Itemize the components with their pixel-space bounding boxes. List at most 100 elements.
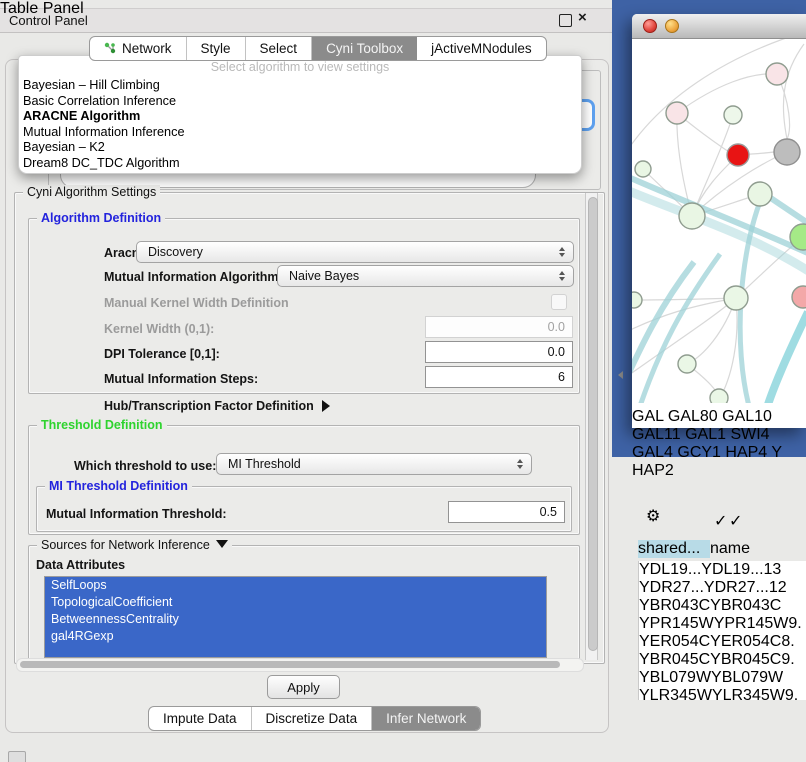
minimized-panel-icon[interactable] (8, 751, 26, 762)
network-node-gal11[interactable] (635, 161, 651, 177)
network-icon (104, 42, 117, 55)
list-item-gal4rgexp[interactable]: gal4RGexp (45, 628, 546, 645)
checked-checkbox-icon[interactable]: ✓ (729, 511, 742, 531)
manual-kernel-width-checkbox[interactable] (551, 294, 567, 310)
node-label: HAP4 (725, 444, 767, 461)
mi-threshold-field[interactable]: 0.5 (448, 501, 565, 523)
table-panel-title: Table Panel (0, 0, 84, 17)
table-row[interactable]: YBL079WYBL079W (639, 669, 806, 687)
table-row[interactable]: YDL19...YDL19...13 (639, 561, 806, 579)
splitter-collapse-icon[interactable] (618, 371, 623, 379)
settings-vertical-scrollbar[interactable] (585, 193, 598, 660)
control-panel-titlebar: Control Panel (0, 8, 612, 33)
tab-network[interactable]: Network (90, 37, 187, 60)
scrollbar-thumb[interactable] (588, 197, 598, 651)
node-label: GCY1 (677, 444, 721, 461)
mac-minimize-icon[interactable] (665, 19, 679, 33)
tab-select[interactable]: Select (246, 37, 313, 60)
table-row[interactable]: YBR045CYBR045C9. (639, 651, 806, 669)
aracne-mode-combo[interactable]: Discovery (136, 241, 574, 263)
tab-discretize-data[interactable]: Discretize Data (252, 707, 373, 730)
mi-steps-field[interactable]: 6 (425, 366, 573, 388)
node-label: GAL4 (632, 444, 673, 461)
popup-item-dream8[interactable]: Dream8 DC_TDC Algorithm (23, 156, 573, 172)
tab-jactivemnodules[interactable]: jActiveMNodules (417, 37, 546, 60)
node-label: GAL (632, 408, 663, 425)
table-row[interactable]: YBR043CYBR043C (639, 597, 806, 615)
tab-cyni-toolbox[interactable]: Cyni Toolbox (312, 37, 417, 60)
dpi-tolerance-label: DPI Tolerance [0,1]: (104, 347, 220, 361)
network-node-hap4[interactable] (724, 286, 748, 310)
tab-style[interactable]: Style (187, 37, 246, 60)
data-attributes-label: Data Attributes (36, 558, 125, 572)
kernel-width-field[interactable]: 0.0 (425, 316, 573, 338)
gear-icon[interactable]: ⚙ (646, 506, 660, 526)
network-node-gal80[interactable] (666, 102, 688, 124)
network-node-hap2[interactable] (678, 355, 696, 373)
mi-algorithm-type-combo[interactable]: Naive Bayes (277, 265, 574, 287)
node-label: GAL11 (632, 426, 681, 443)
tab-impute-data[interactable]: Impute Data (149, 707, 252, 730)
combo-arrows-icon (559, 271, 565, 281)
threshold-definition-title: Threshold Definition (37, 418, 167, 432)
expand-right-icon (322, 400, 330, 412)
tab-infer-network[interactable]: Infer Network (372, 707, 480, 730)
table-panel-titlebar: Table Panel (0, 0, 84, 18)
popup-prompt: Select algorithm to view settings (19, 60, 581, 74)
float-window-icon[interactable] (559, 14, 572, 27)
algorithm-definition-title: Algorithm Definition (37, 211, 165, 225)
close-icon[interactable]: × (578, 9, 587, 26)
column-header-name[interactable]: name (710, 540, 783, 558)
mac-zoom-icon[interactable] (687, 19, 701, 33)
network-node-gcy1[interactable] (632, 292, 642, 308)
checked-checkbox-icon[interactable]: ✓ (714, 511, 727, 531)
network-node-gal[interactable] (766, 63, 788, 85)
list-item-selfloops[interactable]: SelfLoops (45, 577, 546, 594)
network-window: GAL GAL80 GAL10 GAL11 GAL1 SWI4 GAL4 GCY… (632, 14, 806, 428)
network-window-titlebar[interactable] (632, 14, 806, 39)
network-node[interactable] (710, 389, 728, 403)
network-canvas[interactable]: GAL GAL80 GAL10 GAL11 GAL1 SWI4 GAL4 GCY… (632, 14, 806, 480)
control-panel-tabbar: Network Style Select Cyni Toolbox jActiv… (89, 36, 547, 61)
table-row[interactable]: YER054CYER054C8. (639, 633, 806, 651)
popup-item-aracne[interactable]: ARACNE Algorithm (23, 109, 573, 125)
popup-item-basic-correlation[interactable]: Basic Correlation Inference (23, 94, 573, 110)
table-row[interactable]: YDR27...YDR27...12 (639, 579, 806, 597)
network-node[interactable] (724, 106, 742, 124)
dpi-tolerance-field[interactable]: 0.0 (425, 341, 573, 363)
mi-steps-label: Mutual Information Steps: (104, 372, 258, 386)
sources-collapse-toggle[interactable]: Sources for Network Inference (37, 538, 232, 552)
table-row[interactable]: YPR145WYPR145W9. (639, 615, 806, 633)
algorithm-popup: Select algorithm to view settings Bayesi… (18, 55, 582, 174)
collapse-down-icon (216, 540, 228, 548)
hub-factor-expander[interactable]: Hub/Transcription Factor Definition (104, 399, 330, 413)
node-label: GAL80 (668, 408, 718, 425)
mac-close-icon[interactable] (643, 19, 657, 33)
mi-threshold-label: Mutual Information Threshold: (46, 507, 227, 521)
popup-item-bayesian-hill-climbing[interactable]: Bayesian – Hill Climbing (23, 78, 573, 94)
node-label: GAL10 (722, 408, 772, 425)
node-label: HAP2 (632, 462, 674, 479)
popup-item-mutual-information[interactable]: Mutual Information Inference (23, 125, 573, 141)
network-node-pink[interactable] (792, 286, 806, 308)
apply-button[interactable]: Apply (267, 675, 340, 699)
attribute-table[interactable]: YDL19...YDL19...13 YDR27...YDR27...12 YB… (638, 561, 806, 700)
node-label: SWI4 (730, 426, 769, 443)
which-threshold-label: Which threshold to use: (74, 459, 216, 473)
network-node-gal10[interactable] (774, 139, 800, 165)
which-threshold-combo[interactable]: MI Threshold (216, 453, 532, 475)
mi-threshold-definition-title: MI Threshold Definition (45, 479, 192, 493)
table-row[interactable]: YLR345WYLR345W9. (639, 687, 806, 700)
combo-arrows-icon (559, 247, 565, 257)
settings-horizontal-scrollbar[interactable] (16, 658, 584, 672)
column-header-shared[interactable]: shared... (638, 540, 711, 558)
node-label: GAL1 (685, 426, 726, 443)
network-node-gal1[interactable] (748, 182, 772, 206)
list-item-betweennesscentrality[interactable]: BetweennessCentrality (45, 611, 546, 628)
scrollbar-thumb[interactable] (20, 661, 560, 668)
popup-item-bayesian-k2[interactable]: Bayesian – K2 (23, 140, 573, 156)
bottom-tabbar: Impute Data Discretize Data Infer Networ… (148, 706, 481, 731)
network-node-selected-red[interactable] (727, 144, 749, 166)
network-node-gal4[interactable] (679, 203, 705, 229)
list-item-topologicalcoefficient[interactable]: TopologicalCoefficient (45, 594, 546, 611)
